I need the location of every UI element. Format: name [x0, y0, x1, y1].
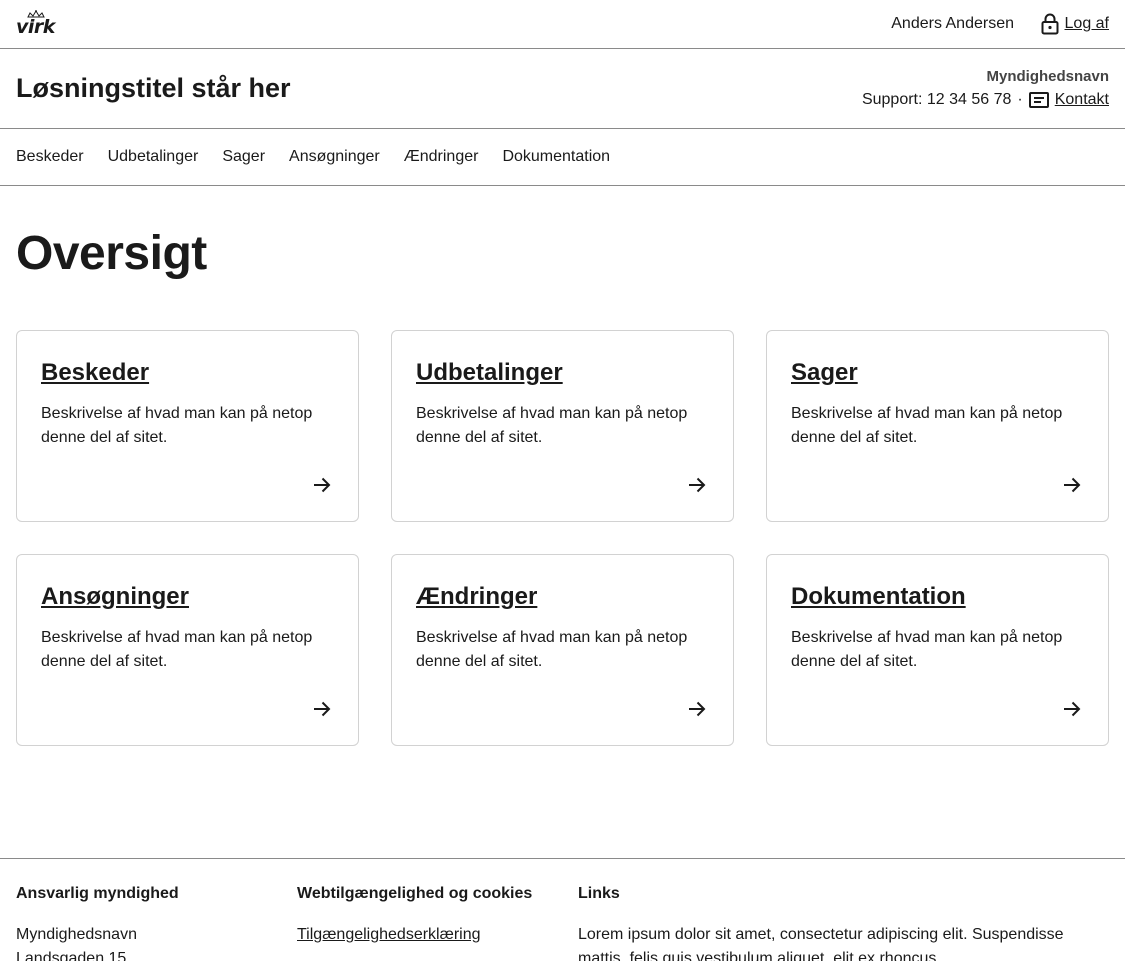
- card-description: Beskrivelse af hvad man kan på netop den…: [41, 405, 313, 446]
- footer-column-links: Links Lorem ipsum dolor sit amet, consec…: [578, 885, 1109, 961]
- footer-text: Myndighedsnavn: [16, 926, 137, 943]
- arrow-right-icon: [1064, 477, 1081, 493]
- nav-item-sager[interactable]: Sager: [222, 148, 265, 166]
- overview-cards: Beskeder Beskrivelse af hvad man kan på …: [16, 330, 1109, 746]
- footer-heading: Webtilgængelighed og cookies: [297, 885, 533, 902]
- site-title[interactable]: Løsningstitel står her: [16, 73, 291, 104]
- logout-label: Log af: [1064, 15, 1109, 32]
- nav-item-ansoegninger[interactable]: Ansøgninger: [289, 148, 380, 166]
- card-title[interactable]: Sager: [791, 359, 858, 387]
- arrow-right-icon: [689, 701, 706, 717]
- nav-item-aendringer[interactable]: Ændringer: [404, 148, 479, 166]
- site-header: Løsningstitel står her Myndighedsnavn Su…: [0, 49, 1125, 129]
- nav-item-dokumentation[interactable]: Dokumentation: [502, 148, 610, 166]
- top-bar: virk Anders Andersen Log af: [0, 0, 1125, 49]
- card-title[interactable]: Udbetalinger: [416, 359, 563, 387]
- card-description: Beskrivelse af hvad man kan på netop den…: [791, 405, 1063, 446]
- accessibility-statement-link[interactable]: Tilgængelighedserklæring: [297, 923, 557, 947]
- arrow-right-icon: [1064, 701, 1081, 717]
- footer-text: Lorem ipsum dolor sit amet, consectetur …: [578, 926, 1064, 943]
- support-phone: Support: 12 34 56 78: [861, 91, 1012, 108]
- card-ansoegninger[interactable]: Ansøgninger Beskrivelse af hvad man kan …: [16, 554, 359, 746]
- message-icon: [1028, 92, 1049, 108]
- main-navigation: Beskeder Udbetalinger Sager Ansøgninger …: [0, 129, 1125, 186]
- site-footer: Ansvarlig myndighed Myndighedsnavn Lands…: [0, 858, 1125, 961]
- card-title[interactable]: Ansøgninger: [41, 583, 189, 611]
- footer-heading: Links: [578, 885, 620, 902]
- footer-text: Landsgaden 15: [16, 950, 127, 961]
- footer-heading: Ansvarlig myndighed: [16, 885, 179, 902]
- footer-text: mattis, felis quis vestibulum aliquet, e…: [578, 950, 937, 961]
- card-beskeder[interactable]: Beskeder Beskrivelse af hvad man kan på …: [16, 330, 359, 522]
- arrow-right-icon: [314, 701, 331, 717]
- footer-column-authority: Ansvarlig myndighed Myndighedsnavn Lands…: [16, 885, 276, 961]
- arrow-right-icon: [314, 477, 331, 493]
- support-line: Support: 12 34 56 78 · Kontakt: [862, 91, 1109, 109]
- card-description: Beskrivelse af hvad man kan på netop den…: [416, 629, 688, 670]
- card-title[interactable]: Beskeder: [41, 359, 149, 387]
- footer-column-accessibility: Webtilgængelighed og cookies Tilgængelig…: [297, 885, 557, 947]
- arrow-right-icon: [689, 477, 706, 493]
- logout-button[interactable]: Log af: [1041, 13, 1109, 35]
- card-dokumentation[interactable]: Dokumentation Beskrivelse af hvad man ka…: [766, 554, 1109, 746]
- lock-icon: [1041, 13, 1059, 35]
- card-description: Beskrivelse af hvad man kan på netop den…: [791, 629, 1063, 670]
- card-description: Beskrivelse af hvad man kan på netop den…: [41, 629, 313, 670]
- user-name: Anders Andersen: [891, 15, 1014, 32]
- logo-wordmark: virk: [16, 16, 55, 38]
- contact-link[interactable]: Kontakt: [1055, 91, 1109, 109]
- card-title[interactable]: Dokumentation: [791, 583, 966, 611]
- agency-name: Myndighedsnavn: [986, 68, 1109, 85]
- card-aendringer[interactable]: Ændringer Beskrivelse af hvad man kan på…: [391, 554, 734, 746]
- virk-logo[interactable]: virk: [16, 10, 56, 38]
- card-sager[interactable]: Sager Beskrivelse af hvad man kan på net…: [766, 330, 1109, 522]
- card-description: Beskrivelse af hvad man kan på netop den…: [416, 405, 688, 446]
- separator-dot: ·: [1017, 91, 1023, 108]
- card-title[interactable]: Ændringer: [416, 583, 537, 611]
- page-title: Oversigt: [16, 227, 207, 280]
- nav-item-udbetalinger[interactable]: Udbetalinger: [108, 148, 199, 166]
- card-udbetalinger[interactable]: Udbetalinger Beskrivelse af hvad man kan…: [391, 330, 734, 522]
- nav-item-beskeder[interactable]: Beskeder: [16, 148, 84, 166]
